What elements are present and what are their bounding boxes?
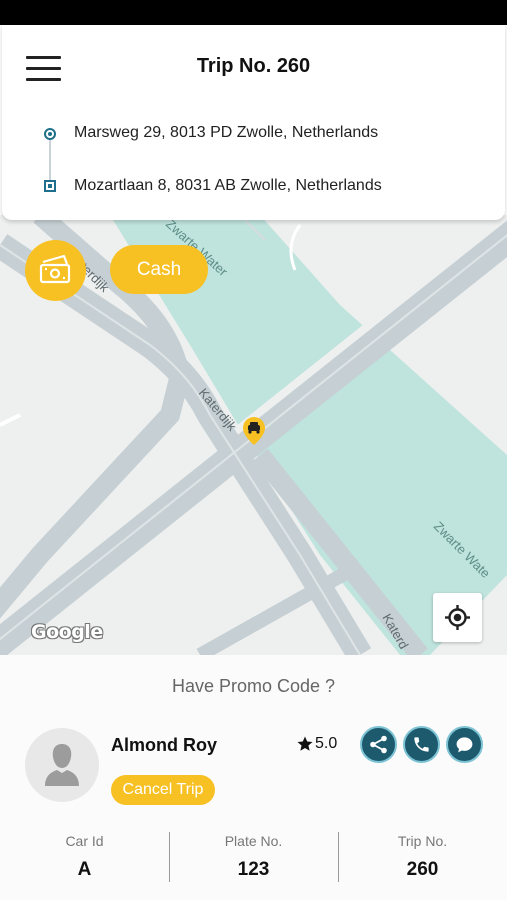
cash-icon bbox=[39, 254, 71, 284]
pickup-address[interactable]: Marsweg 29, 8013 PD Zwolle, Netherlands bbox=[74, 124, 378, 142]
payment-method-button[interactable]: Cash bbox=[110, 245, 208, 294]
stat-plate-no: Plate No. 123 bbox=[169, 833, 338, 881]
google-attribution: Google bbox=[31, 621, 103, 643]
page-title: Trip No. 260 bbox=[196, 55, 311, 77]
person-icon bbox=[45, 744, 79, 786]
promo-code-link[interactable]: Have Promo Code ? bbox=[0, 676, 507, 697]
share-icon bbox=[370, 735, 387, 754]
call-driver-button[interactable] bbox=[403, 726, 440, 763]
status-bar bbox=[0, 0, 507, 25]
driver-rating: 5.0 bbox=[296, 735, 337, 753]
route-connector-line bbox=[49, 140, 51, 180]
star-icon bbox=[297, 736, 313, 751]
chat-driver-button[interactable] bbox=[446, 726, 483, 763]
stat-trip-no: Trip No. 260 bbox=[338, 833, 507, 881]
stat-label: Plate No. bbox=[224, 833, 283, 849]
stat-value: A bbox=[77, 859, 92, 880]
dropoff-location-icon bbox=[44, 180, 56, 192]
driver-avatar bbox=[25, 728, 99, 802]
share-button[interactable] bbox=[360, 726, 397, 763]
my-location-button[interactable] bbox=[433, 593, 482, 642]
phone-icon bbox=[414, 737, 429, 752]
chat-icon bbox=[456, 737, 473, 753]
trip-details-panel: Have Promo Code ? Almond Roy Cancel Trip… bbox=[0, 655, 507, 900]
stat-value: 123 bbox=[237, 859, 270, 880]
stat-value: 260 bbox=[406, 859, 439, 880]
stat-car-id: Car Id A bbox=[0, 833, 169, 881]
pickup-location-icon bbox=[44, 128, 56, 140]
stat-label: Car Id bbox=[65, 833, 104, 849]
driver-name: Almond Roy bbox=[111, 735, 217, 755]
cancel-trip-button[interactable]: Cancel Trip bbox=[111, 775, 215, 805]
my-location-icon bbox=[445, 605, 470, 630]
dropoff-address[interactable]: Mozartlaan 8, 8031 AB Zwolle, Netherland… bbox=[74, 177, 382, 195]
stat-label: Trip No. bbox=[397, 833, 448, 849]
rating-value: 5.0 bbox=[315, 735, 338, 752]
cash-payment-button[interactable] bbox=[25, 240, 86, 301]
